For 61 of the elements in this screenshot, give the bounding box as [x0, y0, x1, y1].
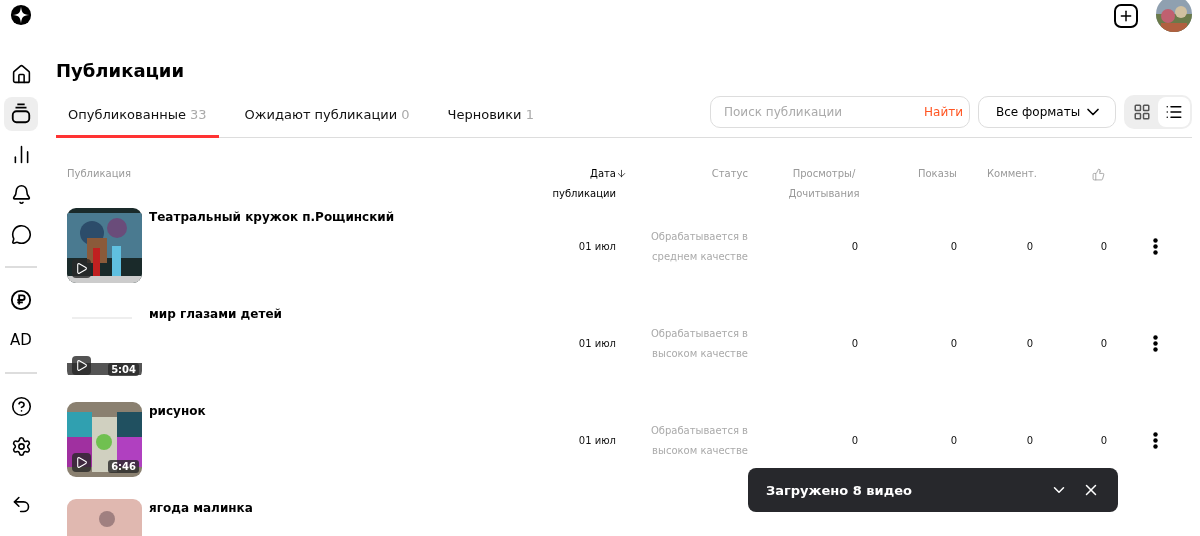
- publication-title[interactable]: мир глазами детей: [149, 307, 282, 321]
- column-header: Показы: [917, 167, 957, 181]
- more-options-button[interactable]: [1153, 432, 1158, 449]
- shows-cell-text: 0: [949, 435, 957, 446]
- logo-icon[interactable]: [10, 4, 32, 26]
- plus-icon: [1118, 8, 1134, 24]
- likes-cell-text: 0: [1099, 241, 1107, 252]
- column-header: Статус: [711, 167, 748, 181]
- comments-cell-text: 0: [1025, 241, 1033, 252]
- more-icon: [1153, 335, 1158, 352]
- more-icon: [1153, 432, 1158, 449]
- toast-message: Загружено 8 видео: [766, 482, 913, 498]
- more-icon: [1153, 238, 1158, 255]
- video-duration: 6:46: [108, 460, 139, 473]
- column-header: Коммент.: [987, 167, 1037, 181]
- column-header: Просмотры/Дочитывания: [787, 167, 861, 201]
- more-options-button[interactable]: [1153, 335, 1158, 352]
- play-icon: [72, 453, 91, 472]
- ad-nav-item[interactable]: AD: [4, 323, 38, 357]
- chat-icon: [10, 223, 32, 245]
- format-dropdown[interactable]: Все форматы: [978, 96, 1116, 128]
- tab[interactable]: Опубликованные 33: [56, 91, 219, 138]
- ruble-icon: [10, 289, 32, 311]
- shows-cell-text: 0: [949, 241, 957, 252]
- thumbs-up-icon: [1092, 168, 1105, 181]
- date-cell-text: 01 июл: [577, 241, 616, 252]
- date-cell-text: 01 июл: [577, 338, 616, 349]
- comments-cell-text: 0: [1025, 435, 1033, 446]
- date-cell-text: 01 июл: [577, 435, 616, 446]
- page-title: Публикации: [56, 60, 186, 81]
- settings-icon: [10, 435, 32, 457]
- status-cell-text: Обрабатывается в среднем качестве: [649, 229, 748, 264]
- views-cell-text: 0: [850, 241, 858, 252]
- status-cell-text: Обрабатывается в высоком качестве: [649, 326, 748, 361]
- shows-cell-text: 0: [949, 338, 957, 349]
- column-header: Публикация: [67, 167, 131, 181]
- list-icon: [1165, 103, 1183, 121]
- play-icon: [72, 259, 91, 278]
- tab[interactable]: Черновики 1: [435, 91, 546, 138]
- comments-cell-text: 0: [1025, 338, 1033, 349]
- play-icon: [72, 356, 91, 375]
- views-cell-text: 0: [850, 435, 858, 446]
- publication-title[interactable]: ягода малинка: [149, 501, 253, 515]
- publication-title[interactable]: Театральный кружок п.Рощинский: [149, 210, 395, 224]
- more-options-button[interactable]: [1153, 238, 1158, 255]
- bell-icon: [10, 183, 32, 205]
- likes-cell-text: 0: [1099, 435, 1107, 446]
- publication-title[interactable]: рисунок: [149, 404, 206, 418]
- grid-icon: [1133, 103, 1151, 121]
- create-button[interactable]: [1114, 4, 1138, 28]
- views-cell-text: 0: [850, 338, 858, 349]
- help-icon: [10, 395, 32, 417]
- home-icon: [10, 63, 32, 85]
- tab[interactable]: Ожидают публикации 0: [232, 91, 422, 138]
- likes-cell-text: 0: [1099, 338, 1107, 349]
- list-view-button[interactable]: [1158, 97, 1190, 127]
- video-duration: 5:04: [108, 363, 139, 376]
- status-cell-text: Обрабатывается в высоком качестве: [649, 423, 748, 458]
- stack-icon: [10, 103, 32, 125]
- column-header[interactable]: Дата публикации: [550, 164, 616, 204]
- nav-button[interactable]: [4, 97, 38, 131]
